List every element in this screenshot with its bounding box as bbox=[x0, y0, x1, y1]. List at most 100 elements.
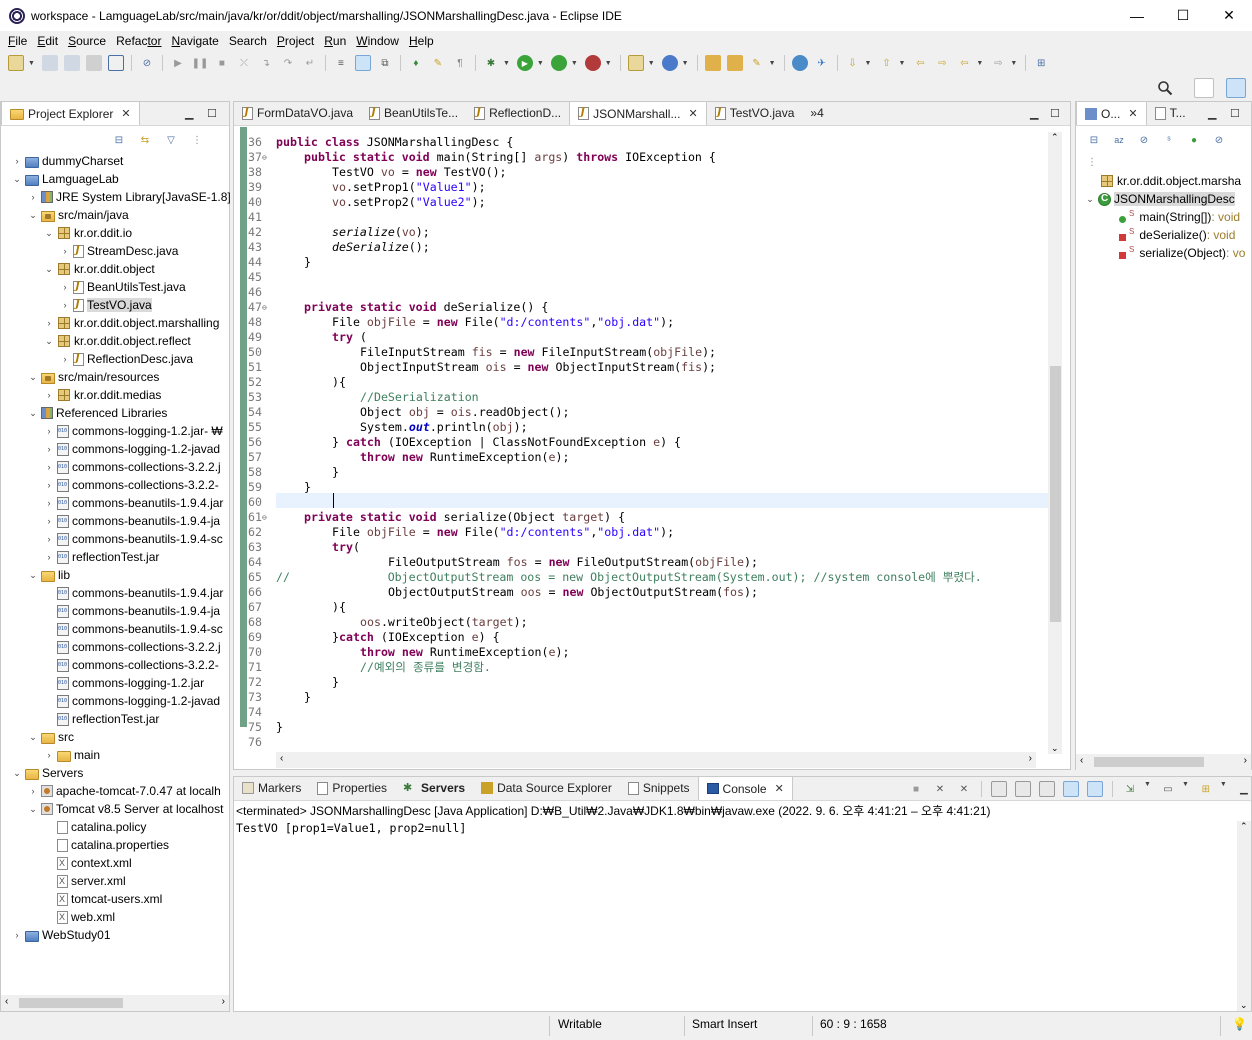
tab-properties[interactable]: Properties bbox=[309, 776, 395, 800]
tree-item[interactable]: commons-collections-3.2.2- bbox=[43, 656, 219, 674]
tree-item[interactable]: ⌄ Referenced Libraries bbox=[27, 404, 167, 422]
outline-hscroll-thumb[interactable] bbox=[1094, 757, 1204, 767]
new-java-project-icon[interactable] bbox=[627, 55, 644, 71]
forward-history-icon[interactable]: ⇨ bbox=[934, 55, 950, 71]
last-edit-location-icon[interactable]: ⇦ bbox=[912, 55, 928, 71]
fold-toggle-icon[interactable]: ⊖ bbox=[262, 150, 267, 165]
tab-project-explorer[interactable]: Project Explorer ✕ bbox=[1, 101, 140, 125]
tab-console[interactable]: Console ✕ bbox=[697, 776, 793, 800]
tab-jsonmarshalling[interactable]: JSONMarshall...✕ bbox=[569, 101, 707, 125]
tree-item[interactable]: › TestVO.java bbox=[59, 296, 152, 314]
tree-item[interactable]: › commons-collections-3.2.2- bbox=[43, 476, 219, 494]
collapse-chevron-icon[interactable]: ⌄ bbox=[11, 768, 23, 779]
expand-chevron-icon[interactable]: › bbox=[43, 462, 55, 472]
fold-toggle-icon[interactable]: ⊖ bbox=[262, 510, 267, 525]
expand-chevron-icon[interactable]: › bbox=[43, 750, 55, 760]
show-on-stderr-icon[interactable] bbox=[1087, 781, 1103, 797]
expand-chevron-icon[interactable]: › bbox=[27, 786, 39, 796]
mark-occurrences-icon[interactable] bbox=[354, 55, 371, 71]
collapse-all-icon[interactable]: ⊟ bbox=[111, 132, 127, 148]
editor-vscroll[interactable]: ⌃ ⌄ bbox=[1048, 132, 1062, 754]
console-output[interactable]: TestVO [prop1=Value1, prop2=null] bbox=[236, 821, 466, 835]
tree-item[interactable]: › apache-tomcat-7.0.47 at localh bbox=[27, 782, 221, 800]
remove-launch-icon[interactable]: ✕ bbox=[932, 781, 948, 797]
scroll-lock-icon[interactable] bbox=[1015, 781, 1031, 797]
filter-icon[interactable]: ▽ bbox=[163, 132, 179, 148]
tree-item[interactable]: catalina.properties bbox=[43, 836, 169, 854]
tree-item[interactable]: › commons-beanutils-1.9.4.jar bbox=[43, 494, 224, 512]
tree-item[interactable]: ⌄ LamguageLab bbox=[11, 170, 119, 188]
expand-chevron-icon[interactable]: › bbox=[59, 282, 71, 292]
tab-beanutilstest[interactable]: BeanUtilsTe... bbox=[361, 101, 466, 125]
status-insert-mode[interactable]: Smart Insert bbox=[692, 1017, 757, 1031]
save-all-icon[interactable] bbox=[63, 55, 80, 71]
coverage-icon[interactable] bbox=[584, 55, 601, 71]
search-icon[interactable] bbox=[1157, 80, 1173, 96]
save-icon[interactable] bbox=[41, 55, 58, 71]
minimize-view-icon[interactable]: ▁ bbox=[1236, 781, 1252, 797]
tip-lightbulb-icon[interactable]: 💡 bbox=[1232, 1017, 1247, 1031]
tree-item[interactable]: catalina.policy bbox=[43, 818, 146, 836]
menu-file[interactable]: File bbox=[3, 34, 32, 48]
next-edit-icon[interactable]: ⇩ bbox=[845, 55, 861, 71]
tab-formdatavo[interactable]: FormDataVO.java bbox=[234, 101, 361, 125]
new-icon[interactable] bbox=[8, 55, 24, 71]
tab-outline[interactable]: O... ✕ bbox=[1076, 101, 1147, 125]
run-icon[interactable]: ▶ bbox=[516, 55, 533, 71]
outline-item[interactable]: kr.or.ddit.object.marsha bbox=[1100, 172, 1241, 190]
menu-search[interactable]: Search bbox=[224, 34, 272, 48]
collapse-chevron-icon[interactable]: ⌄ bbox=[43, 228, 55, 239]
word-wrap-icon[interactable] bbox=[1039, 781, 1055, 797]
tab-testvo[interactable]: TestVO.java bbox=[707, 101, 803, 125]
tree-item[interactable]: › commons-beanutils-1.9.4-ja bbox=[43, 512, 221, 530]
show-whitespace-icon[interactable]: ¶ bbox=[452, 55, 468, 71]
tab-overflow[interactable]: »4 bbox=[802, 101, 831, 125]
link-editor-icon[interactable]: ⇆ bbox=[137, 132, 153, 148]
tree-item[interactable]: › kr.or.ddit.medias bbox=[43, 386, 162, 404]
run-last-tool-icon[interactable] bbox=[550, 55, 567, 71]
expand-chevron-icon[interactable]: › bbox=[43, 318, 55, 328]
menu-help[interactable]: Help bbox=[404, 34, 439, 48]
hide-nonpublic-icon[interactable]: ● bbox=[1186, 132, 1202, 148]
outline-hscroll[interactable]: ‹ › bbox=[1076, 754, 1251, 770]
tree-item[interactable]: commons-logging-1.2.jar bbox=[43, 674, 204, 692]
expand-chevron-icon[interactable]: › bbox=[59, 354, 71, 364]
tree-item[interactable]: tomcat-users.xml bbox=[43, 890, 162, 908]
tree-item[interactable]: ⌄ src/main/java bbox=[27, 206, 128, 224]
display-console-icon[interactable]: ▭ bbox=[1160, 781, 1176, 797]
tree-item[interactable]: › kr.or.ddit.object.marshalling bbox=[43, 314, 220, 332]
tree-item[interactable]: › commons-beanutils-1.9.4-sc bbox=[43, 530, 223, 548]
tree-item[interactable]: › ReflectionDesc.java bbox=[59, 350, 194, 368]
web-browser-icon[interactable] bbox=[791, 55, 808, 71]
editor-hscroll[interactable]: ‹ › bbox=[276, 752, 1036, 768]
tab-markers[interactable]: Markers bbox=[234, 776, 309, 800]
tree-item[interactable]: commons-beanutils-1.9.4.jar bbox=[43, 584, 223, 602]
expand-chevron-icon[interactable]: › bbox=[43, 390, 55, 400]
close-icon[interactable]: ✕ bbox=[775, 782, 784, 795]
hide-static-icon[interactable]: ˢ bbox=[1161, 132, 1177, 148]
tree-item[interactable]: ⌄ kr.or.ddit.io bbox=[43, 224, 132, 242]
console-vscroll[interactable]: ⌃ ⌄ bbox=[1237, 821, 1251, 1011]
hide-fields-icon[interactable]: ⊘ bbox=[1136, 132, 1152, 148]
search-tool-icon[interactable]: ✎ bbox=[749, 55, 765, 71]
back-icon[interactable]: ⇦ bbox=[956, 55, 972, 71]
tree-item[interactable]: commons-logging-1.2-javad bbox=[43, 692, 220, 710]
tree-item[interactable]: ⌄ src bbox=[27, 728, 74, 746]
collapse-chevron-icon[interactable]: ⌄ bbox=[11, 174, 23, 185]
expand-chevron-icon[interactable]: › bbox=[59, 300, 71, 310]
expand-chevron-icon[interactable]: › bbox=[43, 552, 55, 562]
collapse-chevron-icon[interactable]: ⌄ bbox=[27, 570, 39, 581]
tree-item[interactable]: commons-beanutils-1.9.4-ja bbox=[43, 602, 220, 620]
tab-reflectiondesc[interactable]: ReflectionD... bbox=[466, 101, 569, 125]
outline-item[interactable]: Smain(String[]) : void bbox=[1116, 208, 1240, 226]
expand-chevron-icon[interactable]: › bbox=[43, 480, 55, 490]
close-icon[interactable]: ✕ bbox=[121, 107, 130, 120]
menu-source[interactable]: Source bbox=[63, 34, 111, 48]
tree-item[interactable]: ⌄ kr.or.ddit.object.reflect bbox=[43, 332, 191, 350]
explorer-hscroll[interactable]: ‹ › bbox=[1, 995, 229, 1011]
collapse-chevron-icon[interactable]: ⌄ bbox=[43, 264, 55, 275]
highlight-icon[interactable]: ✎ bbox=[430, 55, 446, 71]
terminal-icon[interactable] bbox=[107, 55, 124, 71]
show-on-stdout-icon[interactable] bbox=[1063, 781, 1079, 797]
menu-run[interactable]: Run bbox=[319, 34, 351, 48]
